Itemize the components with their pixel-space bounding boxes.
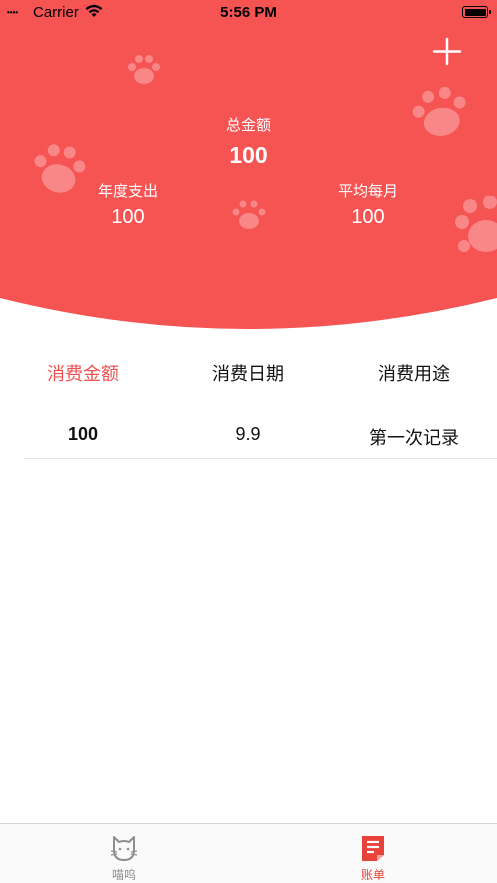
cell-amount: 100 (67, 424, 99, 444)
paw-print-icon (232, 200, 266, 229)
tab-bar: 喵呜 账单 (0, 823, 497, 883)
yearly-spending-value: 100 (111, 206, 145, 228)
cell-purpose: 第一次记录 (369, 428, 459, 448)
clock: 5:56 PM (220, 4, 277, 21)
status-bar: •••• Carrier 5:56 PM (0, 0, 497, 24)
tab-label-meow: 喵呜 (111, 868, 136, 882)
yearly-spending-label: 年度支出 (97, 183, 158, 200)
column-header-amount[interactable]: 消费金额 (0, 360, 166, 386)
tab-label-bill: 账单 (360, 868, 385, 882)
monthly-average-label: 平均每月 (337, 183, 398, 200)
tab-bill[interactable]: 账单 (249, 824, 497, 883)
tab-meow[interactable]: 喵呜 (0, 824, 248, 883)
total-amount-label: 总金额 (225, 117, 271, 134)
monthly-average-value: 100 (351, 206, 385, 228)
battery-icon (462, 6, 491, 18)
add-record-button[interactable] (430, 36, 464, 68)
paw-print-icon (455, 196, 497, 252)
table-row[interactable]: 100 9.9 第一次记录 (24, 418, 497, 459)
total-amount-value: 100 (229, 142, 268, 168)
cat-icon (111, 836, 137, 861)
table-header: 消费金额 消费日期 消费用途 (0, 360, 497, 392)
cell-date: 9.9 (235, 424, 261, 444)
paw-print-icon (128, 55, 160, 84)
summary-header: •••• Carrier 5:56 PM 总金额 100 年度支出 100 平均… (0, 0, 497, 345)
plus-icon (432, 37, 462, 66)
column-header-date[interactable]: 消费日期 (165, 360, 331, 386)
column-header-purpose[interactable]: 消费用途 (331, 360, 497, 386)
bill-icon (362, 836, 384, 861)
